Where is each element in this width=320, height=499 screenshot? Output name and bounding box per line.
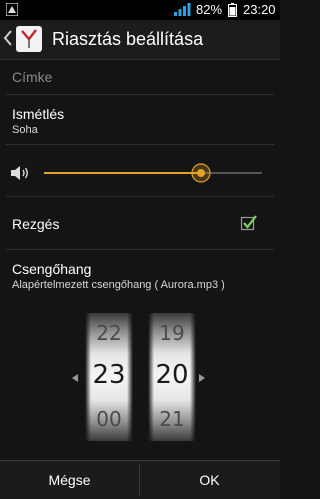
picker-right-arrow-icon	[199, 374, 205, 382]
back-icon[interactable]	[3, 29, 13, 47]
minute-next[interactable]: 21	[148, 407, 196, 431]
picker-left-arrow-icon	[72, 374, 78, 382]
picker-edge	[85, 313, 91, 441]
picker-edge	[148, 313, 154, 441]
vibrate-title: Rezgés	[12, 216, 60, 232]
hour-prev[interactable]: 22	[85, 321, 133, 345]
repeat-setting[interactable]: Ismétlés Soha	[0, 95, 280, 143]
volume-slider-thumb[interactable]	[191, 163, 211, 183]
notification-icon	[6, 3, 18, 16]
cancel-button[interactable]: Mégse	[0, 461, 139, 499]
minute-prev[interactable]: 19	[148, 321, 196, 345]
volume-icon	[11, 166, 28, 180]
label-field[interactable]: Címke	[0, 60, 280, 94]
picker-edge	[127, 313, 133, 441]
ok-button[interactable]: OK	[140, 461, 279, 499]
picker-edge	[190, 313, 196, 441]
vibrate-checkbox[interactable]	[240, 214, 258, 232]
status-time: 23:20	[243, 2, 276, 17]
vibrate-setting[interactable]: Rezgés	[0, 197, 280, 249]
repeat-value: Soha	[12, 124, 38, 136]
volume-slider-fill	[44, 172, 201, 174]
volume-slider[interactable]	[44, 163, 262, 183]
page-title: Riasztás beállítása	[52, 29, 204, 49]
minute-current[interactable]: 20	[148, 360, 196, 390]
hour-current[interactable]: 23	[85, 360, 133, 390]
action-bar: Riasztás beállítása	[0, 20, 280, 60]
button-bar: Mégse OK	[0, 460, 280, 499]
hour-picker[interactable]: 22 23 00	[85, 313, 133, 441]
alarm-app-icon[interactable]	[16, 26, 42, 52]
divider	[6, 144, 274, 145]
label-placeholder: Címke	[12, 69, 53, 85]
signal-icon	[174, 3, 191, 16]
repeat-title: Ismétlés	[12, 106, 65, 122]
ringtone-value: Alapértelmezett csengőhang ( Aurora.mp3 …	[12, 279, 225, 291]
minute-picker[interactable]: 19 20 21	[148, 313, 196, 441]
battery-percent: 82%	[196, 2, 223, 17]
battery-icon	[228, 3, 237, 17]
hour-next[interactable]: 00	[85, 407, 133, 431]
status-bar: 82% 23:20	[0, 0, 280, 20]
ringtone-setting[interactable]: Csengőhang Alapértelmezett csengőhang ( …	[0, 250, 280, 298]
ringtone-title: Csengőhang	[12, 261, 92, 277]
